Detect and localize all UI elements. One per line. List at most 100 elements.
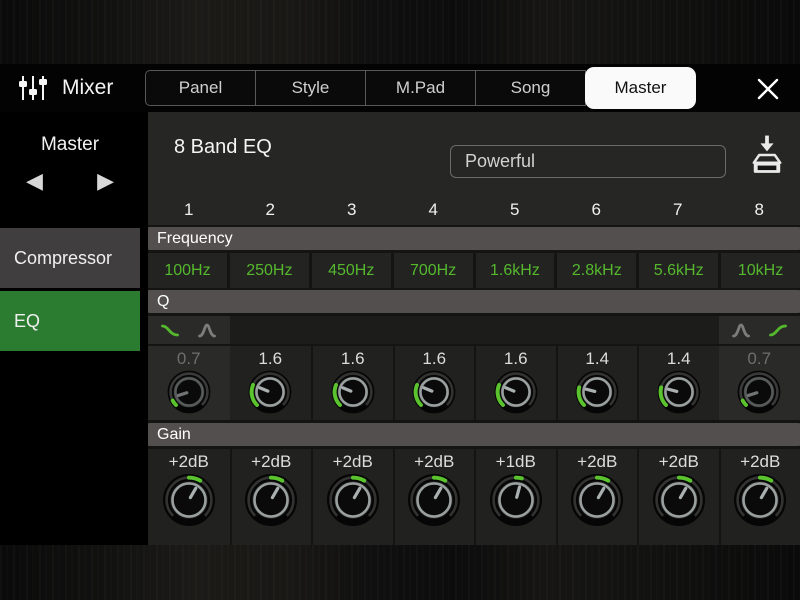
gain-value: +2dB xyxy=(168,452,209,471)
q-value: 1.6 xyxy=(340,349,365,368)
q-value: 1.6 xyxy=(258,349,283,368)
q-knob-cell-band8: 0.7 xyxy=(718,346,800,420)
frequency-value-button[interactable]: 2.8kHz xyxy=(557,253,637,288)
q-value: 1.6 xyxy=(422,349,447,368)
q-knob[interactable] xyxy=(656,369,702,415)
q-value: 1.6 xyxy=(503,349,528,368)
frequency-value-button[interactable]: 450Hz xyxy=(311,253,391,288)
gain-knob[interactable] xyxy=(732,472,788,528)
gain-value: +2dB xyxy=(658,452,699,471)
gain-knob-cell-band3: +2dB xyxy=(311,449,393,545)
app-title: Mixer xyxy=(62,76,114,99)
q-knob-cell-band2: 1.6 xyxy=(229,346,311,420)
frequency-value-button[interactable]: 700Hz xyxy=(393,253,473,288)
gain-knob[interactable] xyxy=(243,472,299,528)
band-number: 6 xyxy=(591,200,601,219)
gain-knob[interactable] xyxy=(325,472,381,528)
gain-knob-cell-band5: +1dB xyxy=(474,449,556,545)
tab-master[interactable]: Master xyxy=(585,67,696,109)
band-numbers-row: 1 2 3 4 5 6 7 8 xyxy=(148,195,800,225)
frequency-value-button[interactable]: 1.6kHz xyxy=(475,253,555,288)
q-knob-cell-band5: 1.6 xyxy=(474,346,556,420)
gain-knob[interactable] xyxy=(406,472,462,528)
band-number: 1 xyxy=(184,200,194,219)
q-value: 0.7 xyxy=(747,349,772,368)
prev-arrow-button[interactable]: ◀ xyxy=(26,170,43,192)
filter-type-middle-spacer xyxy=(229,316,719,344)
tab-bar: Panel Style M.Pad Song Master xyxy=(145,64,696,112)
frequency-value-button[interactable]: 10kHz xyxy=(721,253,800,288)
gain-knob-cell-band7: +2dB xyxy=(637,449,719,545)
next-arrow-button[interactable]: ▶ xyxy=(97,170,114,192)
frequency-value-button[interactable]: 5.6kHz xyxy=(639,253,719,288)
gain-knob-cell-band4: +2dB xyxy=(392,449,474,545)
gain-knob-cell-band8: +2dB xyxy=(718,449,800,545)
gain-knob[interactable] xyxy=(651,472,707,528)
gain-knob[interactable] xyxy=(161,472,217,528)
page-title: 8 Band EQ xyxy=(174,136,272,158)
gain-value: +2dB xyxy=(251,452,292,471)
band-number: 2 xyxy=(265,200,275,219)
q-knob[interactable] xyxy=(166,369,212,415)
gain-value: +2dB xyxy=(414,452,455,471)
gain-value: +2dB xyxy=(740,452,781,471)
q-value: 1.4 xyxy=(666,349,691,368)
background-texture-top xyxy=(0,0,800,64)
gain-knob-cell-band6: +2dB xyxy=(555,449,637,545)
band-number: 8 xyxy=(754,200,764,219)
gain-knob-cell-band1: +2dB xyxy=(148,449,230,545)
preset-selector[interactable]: Powerful xyxy=(450,145,726,178)
gain-value: +2dB xyxy=(332,452,373,471)
gain-knob[interactable] xyxy=(569,472,625,528)
q-knob[interactable] xyxy=(411,369,457,415)
sidebar-item-eq[interactable]: EQ xyxy=(0,291,140,351)
filter-type-low-shelf-button[interactable] xyxy=(155,319,185,341)
band-number: 3 xyxy=(347,200,357,219)
frequency-section-header: Frequency xyxy=(148,227,800,250)
q-value: 0.7 xyxy=(176,349,201,368)
close-button[interactable] xyxy=(754,75,782,103)
gain-knob-cell-band2: +2dB xyxy=(229,449,311,545)
save-to-disk-icon xyxy=(752,135,782,173)
q-knob-cell-band1: 0.7 xyxy=(148,346,230,420)
sidebar: Master ◀ ▶ Compressor EQ xyxy=(0,112,140,545)
frequency-value-button[interactable]: 100Hz xyxy=(148,253,227,288)
frequency-values-row: 100Hz 250Hz 450Hz 700Hz 1.6kHz 2.8kHz 5.6kHz 10… xyxy=(148,253,800,288)
band8-filter-type-cell xyxy=(718,316,800,344)
q-knob-cell-band7: 1.4 xyxy=(637,346,719,420)
q-knob-cell-band3: 1.6 xyxy=(311,346,393,420)
gain-knobs-row: +2dB +2dB +2dB +2dB +1dB +2dB +2dB +2dB xyxy=(148,449,800,545)
gain-knob[interactable] xyxy=(488,472,544,528)
part-label: Master xyxy=(40,134,100,155)
tab-song[interactable]: Song xyxy=(475,70,586,106)
band-number: 5 xyxy=(510,200,520,219)
filter-type-high-shelf-button[interactable] xyxy=(763,319,793,341)
eq-header-block: 8 Band EQ Powerful 1 2 3 4 5 6 7 8 xyxy=(148,112,800,225)
background-texture-bottom xyxy=(0,545,800,600)
tab-style[interactable]: Style xyxy=(255,70,366,106)
gain-section-header: Gain xyxy=(148,423,800,446)
q-knob[interactable] xyxy=(574,369,620,415)
mixer-sliders-icon xyxy=(19,76,47,100)
gain-value: +2dB xyxy=(577,452,618,471)
content-area: Master ◀ ▶ Compressor EQ 8 Band EQ Powerf… xyxy=(0,112,800,545)
title-bar: Mixer Panel Style M.Pad Song Master xyxy=(0,64,800,112)
band-number: 7 xyxy=(673,200,683,219)
q-knob[interactable] xyxy=(247,369,293,415)
tab-panel[interactable]: Panel xyxy=(145,70,256,106)
frequency-value-button[interactable]: 250Hz xyxy=(229,253,309,288)
save-button[interactable] xyxy=(748,134,786,176)
q-value: 1.4 xyxy=(585,349,610,368)
mixer-screen: Mixer Panel Style M.Pad Song Master Master ◀… xyxy=(0,0,800,600)
tab-mpad[interactable]: M.Pad xyxy=(365,70,476,106)
q-knob[interactable] xyxy=(330,369,376,415)
q-knob[interactable] xyxy=(736,369,782,415)
sidebar-item-compressor[interactable]: Compressor xyxy=(0,228,140,288)
filter-type-peak-button[interactable] xyxy=(192,319,222,341)
q-knobs-row: 0.7 1.6 1.6 1.6 1.6 1.4 1.4 0.7 xyxy=(148,346,800,420)
filter-type-peak-button[interactable] xyxy=(726,319,756,341)
close-x-icon xyxy=(757,78,779,100)
gain-value: +1dB xyxy=(495,452,536,471)
q-knob-cell-band6: 1.4 xyxy=(555,346,637,420)
q-knob[interactable] xyxy=(493,369,539,415)
